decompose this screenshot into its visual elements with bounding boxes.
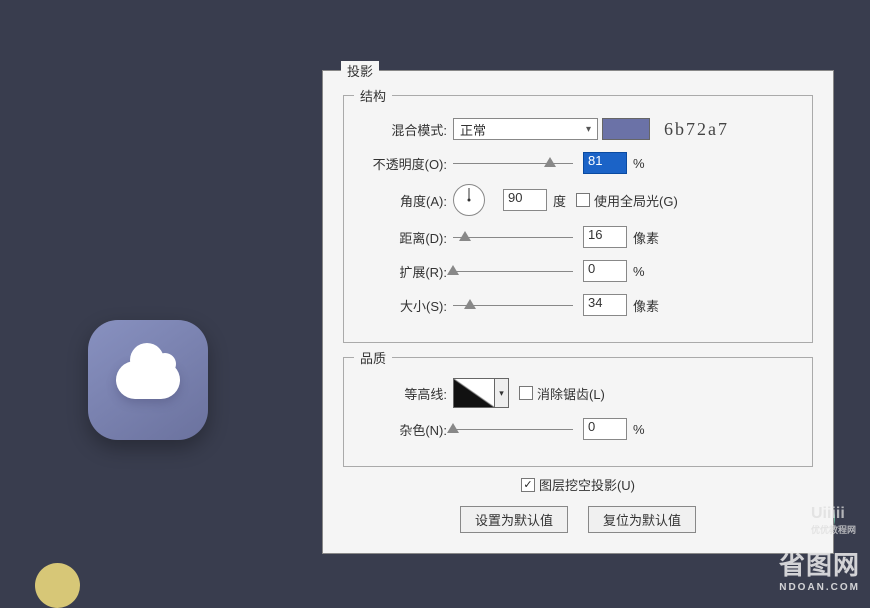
- angle-dial[interactable]: [453, 184, 485, 216]
- shadow-color-swatch[interactable]: [602, 118, 650, 140]
- size-label: 大小(S):: [358, 296, 453, 315]
- global-light-label: 使用全局光(G): [594, 191, 678, 210]
- distance-input[interactable]: 16: [583, 226, 627, 248]
- global-light-checkbox[interactable]: [576, 193, 590, 207]
- watermark-secondary: Uiiiii 优优教程网: [811, 505, 856, 536]
- distance-label: 距离(D):: [358, 228, 453, 247]
- noise-unit: %: [633, 422, 645, 437]
- noise-slider[interactable]: [453, 420, 573, 438]
- cloud-icon-preview: [88, 320, 208, 440]
- noise-input[interactable]: 0: [583, 418, 627, 440]
- opacity-label: 不透明度(O):: [358, 154, 453, 173]
- angle-unit: 度: [553, 191, 566, 210]
- cloud-icon: [116, 361, 180, 399]
- spread-input[interactable]: 0: [583, 260, 627, 282]
- distance-unit: 像素: [633, 228, 659, 247]
- antialias-checkbox[interactable]: [519, 386, 533, 400]
- spread-label: 扩展(R):: [358, 262, 453, 281]
- spread-slider[interactable]: [453, 262, 573, 280]
- decorative-dot-yellow: [35, 563, 80, 608]
- contour-dropdown-icon[interactable]: ▾: [495, 378, 509, 408]
- drop-shadow-panel: 投影 结构 混合模式: 正常 ▾ 6b72a7 不透明度(O): 81 % 角度…: [322, 70, 834, 554]
- angle-label: 角度(A):: [358, 191, 453, 210]
- knockout-label: 图层挖空投影(U): [539, 475, 635, 494]
- panel-title: 投影: [341, 61, 379, 80]
- blend-mode-label: 混合模式:: [358, 120, 453, 139]
- knockout-checkbox[interactable]: [521, 478, 535, 492]
- size-unit: 像素: [633, 296, 659, 315]
- watermark-main: 省图网 NDOAN.COM: [779, 545, 860, 593]
- opacity-slider[interactable]: [453, 154, 573, 172]
- blend-mode-select[interactable]: 正常 ▾: [453, 118, 598, 140]
- size-slider[interactable]: [453, 296, 573, 314]
- noise-label: 杂色(N):: [358, 420, 453, 439]
- blend-mode-value: 正常: [460, 120, 486, 139]
- size-input[interactable]: 34: [583, 294, 627, 316]
- make-default-button[interactable]: 设置为默认值: [460, 506, 568, 533]
- opacity-unit: %: [633, 156, 645, 171]
- structure-fieldset: 结构 混合模式: 正常 ▾ 6b72a7 不透明度(O): 81 % 角度(A)…: [343, 95, 813, 343]
- quality-fieldset: 品质 等高线: ▾ 消除锯齿(L) 杂色(N): 0 %: [343, 357, 813, 467]
- angle-input[interactable]: 90: [503, 189, 547, 211]
- contour-picker[interactable]: [453, 378, 495, 408]
- spread-unit: %: [633, 264, 645, 279]
- structure-legend: 结构: [354, 86, 392, 105]
- quality-legend: 品质: [354, 348, 392, 367]
- contour-label: 等高线:: [358, 384, 453, 403]
- hex-color-text: 6b72a7: [664, 119, 729, 140]
- antialias-label: 消除锯齿(L): [537, 384, 605, 403]
- reset-default-button[interactable]: 复位为默认值: [588, 506, 696, 533]
- chevron-down-icon: ▾: [586, 124, 591, 135]
- distance-slider[interactable]: [453, 228, 573, 246]
- opacity-input[interactable]: 81: [583, 152, 627, 174]
